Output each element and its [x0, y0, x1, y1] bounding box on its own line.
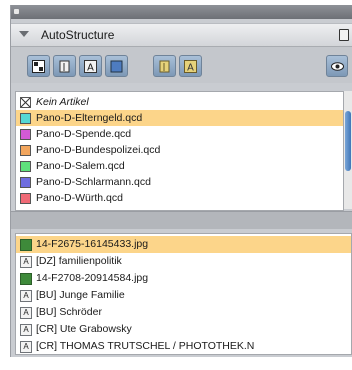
- no-article-icon: [20, 97, 31, 108]
- text-box-icon: A: [20, 256, 32, 268]
- structure-button[interactable]: [27, 55, 50, 77]
- list-item[interactable]: A [CR] Ute Grabowsky: [16, 321, 351, 338]
- list-item-label: Pano-D-Spende.qcd: [36, 128, 132, 140]
- paragraph-color-button[interactable]: [153, 55, 176, 77]
- panel-header: AutoStructure: [11, 23, 352, 47]
- article-list-scrollbar[interactable]: [344, 91, 352, 209]
- text-box-icon: A: [20, 290, 32, 302]
- scrollbar-thumb[interactable]: [345, 111, 351, 171]
- list-item[interactable]: A [BU] Junge Familie: [16, 287, 351, 304]
- image-icon: [110, 60, 123, 72]
- text-box-icon: A: [20, 341, 32, 353]
- color-swatch: [20, 161, 31, 172]
- color-swatch: [20, 193, 31, 204]
- paragraph-button[interactable]: [53, 55, 76, 77]
- panel-divider[interactable]: [11, 211, 352, 229]
- list-item-label: 14-F2708-20914584.jpg: [36, 272, 149, 284]
- list-item[interactable]: Pano-D-Salem.qcd: [16, 158, 343, 174]
- list-item[interactable]: 14-F2708-20914584.jpg: [16, 270, 351, 287]
- color-swatch: [20, 145, 31, 156]
- list-item-label: 14-F2675-16145433.jpg: [36, 238, 149, 250]
- list-item[interactable]: A [CR] THOMAS TRUTSCHEL / PHOTOTHEK.N: [16, 338, 351, 354]
- image-box-icon: [20, 273, 32, 285]
- list-item-label: Pano-D-Bundespolizei.qcd: [36, 144, 161, 156]
- list-item-label: Pano-D-Schlarmann.qcd: [36, 176, 151, 188]
- list-item-label: [BU] Schröder: [36, 306, 102, 318]
- color-swatch: [20, 129, 31, 140]
- element-list: 14-F2675-16145433.jpg A [DZ] familienpol…: [15, 233, 352, 355]
- list-item[interactable]: Pano-D-Bundespolizei.qcd: [16, 142, 343, 158]
- panel-title: AutoStructure: [41, 28, 115, 42]
- eye-icon: [330, 61, 344, 71]
- list-item-label: Pano-D-Würth.qcd: [36, 192, 123, 204]
- toolbar: A A: [11, 47, 352, 83]
- svg-text:A: A: [187, 62, 194, 73]
- text-box-icon: A: [20, 324, 32, 336]
- list-item-label: [CR] Ute Grabowsky: [36, 323, 132, 335]
- list-item[interactable]: Kein Artikel: [16, 94, 343, 110]
- list-item[interactable]: 14-F2675-16145433.jpg: [16, 236, 351, 253]
- list-item-label: Pano-D-Salem.qcd: [36, 160, 125, 172]
- color-swatch: [20, 113, 31, 124]
- close-icon[interactable]: [14, 9, 19, 14]
- list-item-label: [BU] Junge Familie: [36, 289, 125, 301]
- list-item[interactable]: Pano-D-Spende.qcd: [16, 126, 343, 142]
- text-a-button[interactable]: A: [79, 55, 102, 77]
- paragraph-icon: [59, 60, 70, 72]
- text-color-button[interactable]: A: [179, 55, 202, 77]
- paragraph-color-icon: [159, 60, 170, 72]
- text-box-icon: A: [20, 307, 32, 319]
- structure-icon: [32, 59, 45, 73]
- list-item[interactable]: Pano-D-Elterngeld.qcd: [16, 110, 343, 126]
- text-a-icon: A: [84, 59, 97, 73]
- image-button[interactable]: [105, 55, 128, 77]
- list-item-label: [CR] THOMAS TRUTSCHEL / PHOTOTHEK.N: [36, 340, 255, 352]
- panel-menu-icon[interactable]: [339, 29, 349, 41]
- list-item-label: Kein Artikel: [36, 96, 89, 108]
- text-color-icon: A: [184, 59, 197, 73]
- collapse-triangle-icon[interactable]: [19, 31, 29, 37]
- list-item[interactable]: Pano-D-Schlarmann.qcd: [16, 174, 343, 190]
- image-box-icon: [20, 239, 32, 251]
- list-item[interactable]: A [DZ] familienpolitik: [16, 253, 351, 270]
- list-item[interactable]: A [BU] Schröder: [16, 304, 351, 321]
- autostructure-panel: AutoStructure A A Kein Artikel Pano-D-El…: [10, 5, 352, 357]
- article-list: Kein Artikel Pano-D-Elterngeld.qcd Pano-…: [15, 91, 344, 211]
- svg-text:A: A: [87, 62, 94, 73]
- panel-titlebar[interactable]: [11, 5, 352, 19]
- list-item[interactable]: Pano-D-Würth.qcd: [16, 190, 343, 206]
- color-swatch: [20, 177, 31, 188]
- list-item-label: Pano-D-Elterngeld.qcd: [36, 112, 143, 124]
- list-item-label: [DZ] familienpolitik: [36, 255, 122, 267]
- visibility-button[interactable]: [326, 55, 348, 77]
